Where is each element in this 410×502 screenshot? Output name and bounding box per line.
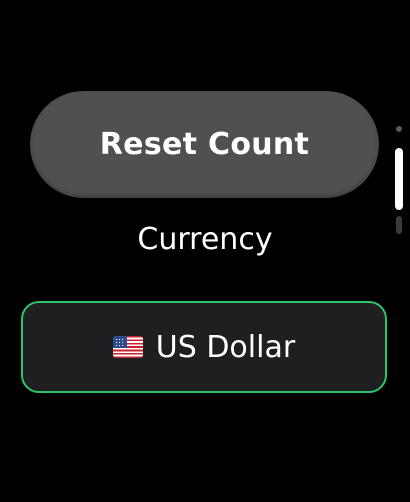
currency-selected-label: US Dollar (155, 329, 296, 365)
scroll-track-tail (396, 216, 402, 234)
scroll-top-dot (396, 126, 402, 132)
currency-section-title: Currency (137, 222, 273, 257)
scroll-indicator[interactable] (395, 126, 403, 234)
currency-picker[interactable]: US Dollar (21, 301, 387, 393)
reset-count-label: Reset Count (99, 127, 310, 162)
scroll-thumb[interactable] (395, 148, 403, 210)
us-flag-icon (112, 336, 143, 358)
reset-count-button[interactable]: Reset Count (30, 91, 379, 198)
